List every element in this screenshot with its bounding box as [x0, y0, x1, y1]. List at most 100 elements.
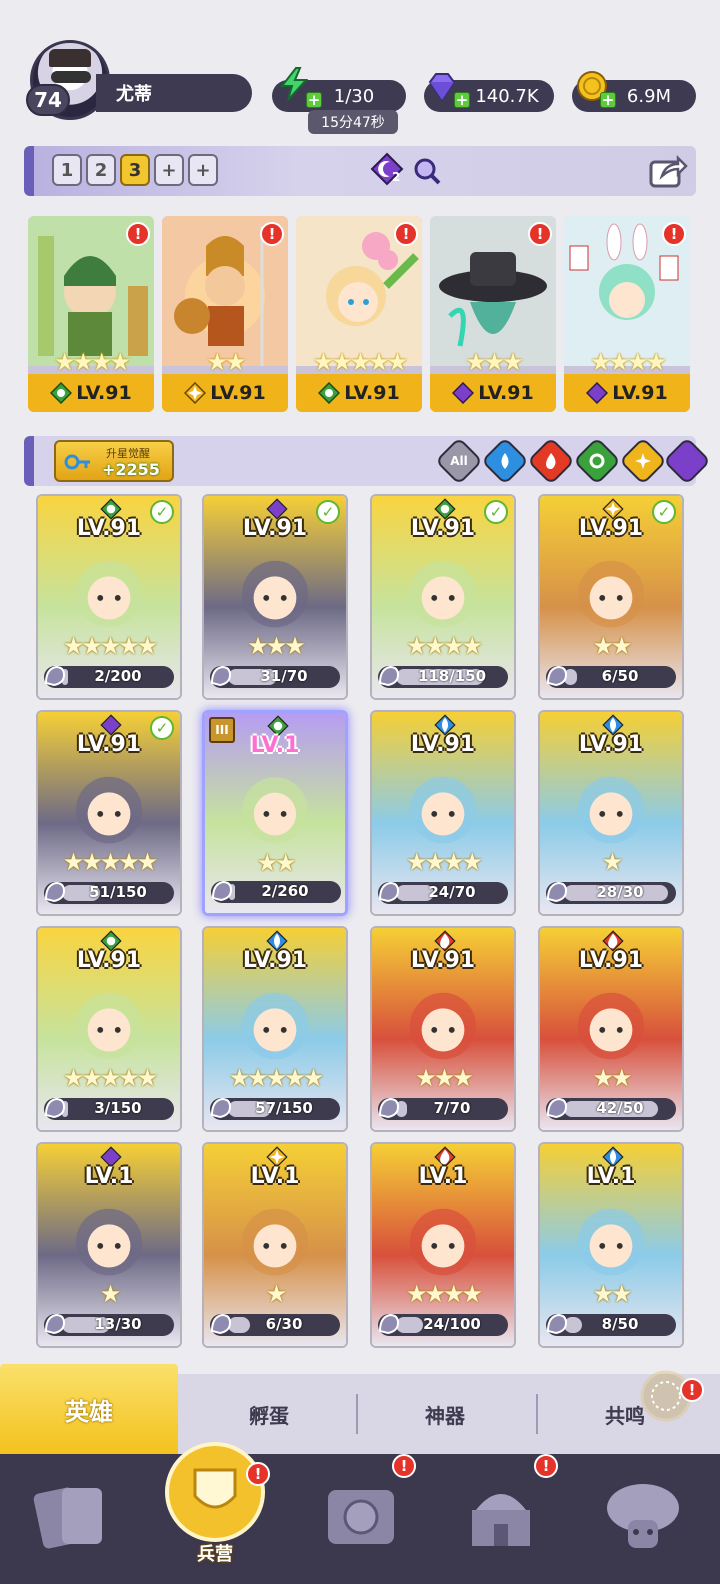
- hero-filter-bar: 升星觉醒 +2255 All: [24, 436, 712, 486]
- barracks-nav[interactable]: 兵营 !: [160, 1432, 270, 1572]
- sparkle-icon: [635, 453, 651, 469]
- team-slot-1[interactable]: ★★★★ LV.91 !: [28, 216, 154, 412]
- moon-icon: [683, 455, 689, 467]
- shard-progress-text: 28/30: [596, 883, 644, 901]
- hero-card[interactable]: LV.91 ★★★★ 24/70: [370, 710, 516, 916]
- shard-progress-text: 31/70: [260, 667, 308, 685]
- hero-card[interactable]: LV.91 ★★ 42/50: [538, 926, 684, 1132]
- awaken-button[interactable]: 升星觉醒 +2255: [54, 440, 174, 482]
- hero-level: LV.1: [418, 1164, 468, 1189]
- subnav-artifacts[interactable]: 神器: [356, 1392, 534, 1436]
- shard-progress-text: 42/50: [596, 1099, 644, 1117]
- team-tab-3[interactable]: 3: [120, 154, 150, 186]
- slot-4-footer: LV.91: [430, 374, 556, 412]
- team-slot-5[interactable]: ★★★★ LV.91 !: [564, 216, 690, 412]
- slot-4-stars: ★★★: [465, 348, 524, 376]
- slot-3-level: LV.91: [344, 382, 400, 404]
- slot-2-stars: ★★: [206, 348, 246, 376]
- mushroom-nav-icon[interactable]: [598, 1470, 688, 1560]
- shard-progress-text: 6/30: [265, 1315, 303, 1333]
- filter-water[interactable]: [480, 436, 530, 486]
- hero-stars: ★★★★★: [228, 1064, 325, 1092]
- filter-all-label: All: [450, 454, 468, 468]
- shard-progress-bar: 3/150: [44, 1097, 174, 1120]
- slot-5-alert: !: [662, 222, 686, 246]
- gems-add-icon[interactable]: +: [454, 92, 470, 108]
- avatar-hat: [49, 49, 91, 67]
- hero-card[interactable]: ✓ LV.91 ★★★ 31/70: [202, 494, 348, 700]
- hero-stars: ★★: [256, 849, 296, 877]
- temple-nav-icon[interactable]: [456, 1470, 546, 1560]
- hero-card[interactable]: LV.1 ★★ 8/50: [538, 1142, 684, 1348]
- hero-card[interactable]: LV.91 ★★★ 7/70: [370, 926, 516, 1132]
- team-tab-2[interactable]: 2: [86, 154, 116, 186]
- filter-fire[interactable]: [526, 436, 576, 486]
- shard-progress-text: 6/50: [601, 667, 639, 685]
- shard-progress-text: 3/150: [94, 1099, 142, 1117]
- hero-level: LV.91: [410, 516, 476, 541]
- gold-add-icon[interactable]: +: [600, 92, 616, 108]
- hero-stars: ★★: [592, 632, 632, 660]
- hero-level: LV.91: [578, 732, 644, 757]
- spellbook-nav-icon[interactable]: [316, 1470, 406, 1560]
- nature-element-icon: [318, 382, 341, 404]
- shard-progress-text: 24/70: [428, 883, 476, 901]
- slot-3-alert: !: [394, 222, 418, 246]
- barracks-alert: !: [246, 1462, 270, 1486]
- subnav-heroes[interactable]: 英雄: [0, 1364, 178, 1454]
- share-icon[interactable]: [648, 152, 688, 190]
- team-add-1[interactable]: +: [154, 154, 184, 186]
- avatar-glasses: [51, 71, 91, 83]
- search-icon[interactable]: [412, 156, 442, 186]
- shard-progress-bar: 6/30: [210, 1313, 340, 1336]
- hero-stars: ★★★★: [405, 632, 483, 660]
- hero-card[interactable]: LV.91 ★★★★★ 3/150: [36, 926, 182, 1132]
- filter-dark[interactable]: [662, 436, 712, 486]
- hero-card[interactable]: LV.91 ★ 28/30: [538, 710, 684, 916]
- hero-card[interactable]: III LV.1 ★★ 2/260: [202, 710, 348, 916]
- hero-level: LV.1: [250, 1164, 300, 1189]
- hero-stars: ★★: [592, 1280, 632, 1308]
- team-slot-2[interactable]: ★★ LV.91 !: [162, 216, 288, 412]
- team-tab-1[interactable]: 1: [52, 154, 82, 186]
- hero-card[interactable]: LV.1 ★ 13/30: [36, 1142, 182, 1348]
- hero-stars: ★: [99, 1280, 122, 1308]
- hero-card[interactable]: LV.1 ★ 6/30: [202, 1142, 348, 1348]
- hero-card[interactable]: LV.91 ★★★★★ 57/150: [202, 926, 348, 1132]
- gems-value: 140.7K: [475, 85, 539, 107]
- shard-progress-bar: 118/150: [378, 665, 508, 688]
- team-selector-bar: 1 2 3 + + 2: [24, 146, 696, 196]
- hero-stars: ★★★★★: [62, 1064, 159, 1092]
- team-slot-4[interactable]: ★★★ LV.91 !: [430, 216, 556, 412]
- hero-card[interactable]: ✓ LV.91 ★★★★★ 2/200: [36, 494, 182, 700]
- shard-progress-text: 57/150: [255, 1099, 313, 1117]
- energy-add-icon[interactable]: +: [306, 92, 322, 108]
- hero-card[interactable]: LV.1 ★★★★ 24/100: [370, 1142, 516, 1348]
- light-element-icon: [184, 382, 207, 404]
- energy-value: 1/30: [333, 85, 375, 107]
- temple-alert: !: [534, 1454, 558, 1478]
- gold-value: 6.9M: [626, 85, 672, 107]
- shard-progress-bar: 13/30: [44, 1313, 174, 1336]
- filter-nature[interactable]: [572, 436, 622, 486]
- slot-4-level: LV.91: [478, 382, 534, 404]
- hero-card[interactable]: ✓ LV.91 ★★★★★ 51/150: [36, 710, 182, 916]
- shard-progress-bar: 8/50: [546, 1313, 676, 1336]
- slot-1-stars: ★★★★: [53, 348, 131, 376]
- shard-progress-text: 118/150: [417, 667, 487, 685]
- team-slot-3[interactable]: ★★★★★ LV.91 !: [296, 216, 422, 412]
- shard-progress-bar: 2/260: [211, 880, 341, 903]
- spellbook-alert: !: [392, 1454, 416, 1478]
- team-add-2[interactable]: +: [188, 154, 218, 186]
- slot-1-footer: LV.91: [28, 374, 154, 412]
- water-drop-icon: [501, 453, 509, 469]
- hero-card[interactable]: ✓ LV.91 ★★ 6/50: [538, 494, 684, 700]
- subnav-eggs[interactable]: 孵蛋: [180, 1392, 358, 1436]
- hero-level: LV.91: [578, 948, 644, 973]
- filter-light[interactable]: [618, 436, 668, 486]
- cards-nav-icon[interactable]: [28, 1470, 118, 1560]
- awaken-label: 升星觉醒: [106, 447, 150, 460]
- shard-progress-bar: 2/200: [44, 665, 174, 688]
- hero-card[interactable]: ✓ LV.91 ★★★★ 118/150: [370, 494, 516, 700]
- filter-all[interactable]: All: [434, 436, 484, 486]
